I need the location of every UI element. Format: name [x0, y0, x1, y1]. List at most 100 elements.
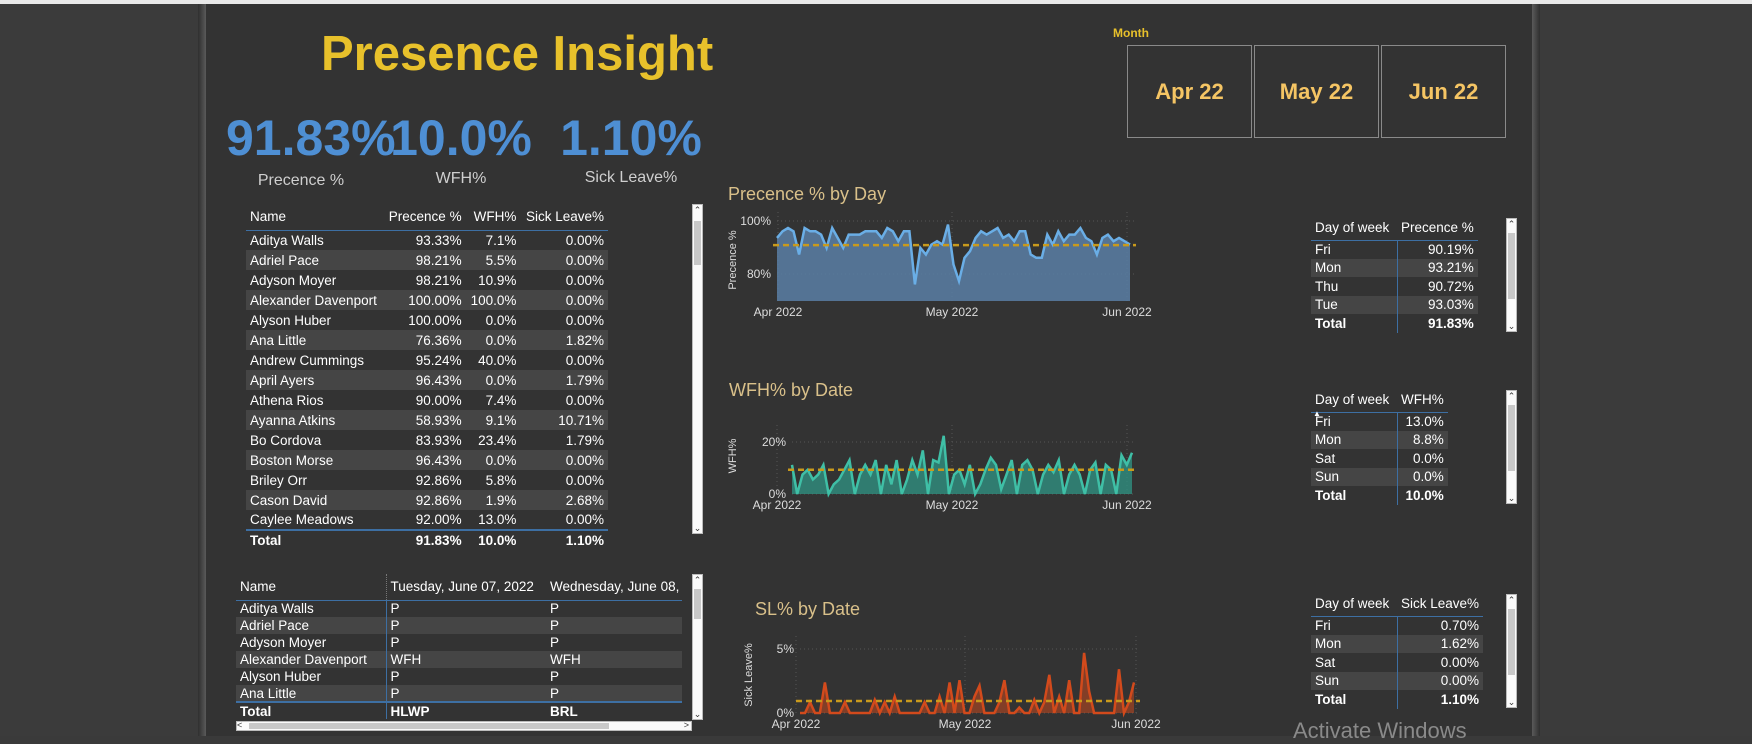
scroll-up-icon[interactable]: ⌃ — [693, 575, 702, 585]
col-header-day[interactable]: Day of week — [1311, 216, 1397, 241]
table-row[interactable]: Adyson Moyer 98.21% 10.9% 0.00% — [246, 270, 608, 290]
scroll-down-icon[interactable]: ⌄ — [693, 523, 702, 533]
cell-value: 93.33% — [415, 232, 462, 248]
table-row[interactable]: Sat 0.00% — [1311, 653, 1483, 672]
scroll-thumb[interactable] — [249, 723, 609, 729]
scroll-down-icon[interactable]: ⌄ — [693, 709, 702, 719]
cell-status: P — [546, 617, 682, 634]
month-button-jun[interactable]: Jun 22 — [1381, 45, 1506, 138]
cell-value: 0.00% — [520, 290, 608, 310]
cell-value: 9.1% — [465, 410, 521, 430]
cell-value: 93.21% — [1397, 258, 1478, 277]
table-row[interactable]: Ayanna Atkins 58.93% 9.1% 10.71% — [246, 410, 608, 430]
wfh-dow-scrollbar[interactable]: ⌃ ⌄ — [1506, 390, 1517, 504]
col-header-wfh[interactable]: WFH% — [466, 204, 521, 230]
col-header-presence[interactable]: Precence % — [383, 204, 465, 230]
table-row[interactable]: Sun 0.0% — [1311, 467, 1448, 486]
area-series[interactable] — [792, 435, 1132, 494]
table-row[interactable]: Alyson Huber 100.00% 0.0% 0.00% — [246, 310, 608, 330]
table-row[interactable]: Adyson Moyer P P — [236, 634, 682, 651]
col-header-value[interactable]: WFH% — [1397, 388, 1448, 413]
cell-value: 90.00% — [415, 392, 462, 408]
scroll-left-icon[interactable]: < — [237, 720, 242, 730]
cell-name: Caylee Meadows — [250, 512, 354, 527]
table-row[interactable]: Thu 90.72% — [1311, 277, 1478, 296]
table-row[interactable]: Mon 93.21% — [1311, 258, 1478, 277]
table-row[interactable]: Andrew Cummings 95.24% 40.0% 0.00% — [246, 350, 608, 370]
table-row[interactable]: Fri 0.70% — [1311, 616, 1483, 635]
total-cell: BRL — [546, 701, 682, 719]
scroll-up-icon[interactable]: ⌃ — [1507, 219, 1516, 229]
scroll-thumb[interactable] — [1508, 405, 1515, 471]
table-row[interactable]: Alyson Huber P P — [236, 668, 682, 685]
scroll-up-icon[interactable]: ⌃ — [1507, 595, 1516, 605]
scroll-down-icon[interactable]: ⌄ — [1507, 697, 1516, 707]
scroll-thumb[interactable] — [694, 589, 701, 619]
col-header-name[interactable]: Name — [246, 204, 383, 230]
total-cell: Total — [246, 529, 384, 550]
scroll-thumb[interactable] — [694, 221, 701, 265]
table-row[interactable]: Briley Orr 92.86% 5.8% 0.00% — [246, 470, 608, 490]
table-row[interactable]: Mon 1.62% — [1311, 634, 1484, 653]
col-header-day[interactable]: Day of week ▲ — [1311, 388, 1397, 418]
presence-by-day-chart: 100% 80% Apr 2022 May 2022 Jun 2022 Precence … — [727, 212, 1152, 319]
cell-value: 0.0% — [1412, 450, 1444, 466]
col-header-name[interactable]: Name — [236, 574, 387, 600]
table-row[interactable]: Athena Rios 90.00% 7.4% 0.00% — [246, 390, 608, 410]
table-row[interactable]: April Ayers 96.43% 0.0% 1.79% — [246, 370, 608, 390]
table-row[interactable]: Adriel Pace 98.21% 5.5% 0.00% — [246, 250, 608, 270]
sl-dow-scrollbar[interactable]: ⌃ ⌄ — [1506, 594, 1517, 708]
table-row[interactable]: Alexander Davenport 100.00% 100.0% 0.00% — [246, 290, 608, 310]
scroll-down-icon[interactable]: ⌄ — [1507, 493, 1516, 503]
table-row[interactable]: Ana Little P P — [236, 685, 682, 702]
table-row[interactable]: Alexander Davenport WFH WFH — [236, 651, 682, 668]
col-header-day[interactable]: Day of week — [1311, 592, 1397, 617]
table-row[interactable]: Aditya Walls 93.33% 7.1% 0.00% — [246, 230, 608, 250]
cell-value: 96.43% — [383, 370, 466, 390]
month-button-apr[interactable]: Apr 22 — [1127, 45, 1252, 138]
y-axis-label: WFH% — [727, 438, 739, 473]
cell-value: 92.00% — [415, 512, 462, 527]
sl-dow-table: Day of week Sick Leave% Fri 0.70% Mon 1.62% S… — [1311, 592, 1484, 709]
col-header-date-2[interactable]: Wednesday, June 08, 2 — [546, 574, 682, 600]
col-header-date-1[interactable]: Tuesday, June 07, 2022 — [386, 574, 546, 600]
employee-table-scrollbar[interactable]: ⌃ ⌄ — [692, 204, 703, 534]
scroll-up-icon[interactable]: ⌃ — [1507, 391, 1516, 401]
table-row[interactable]: Boston Morse 96.43% 0.0% 0.00% — [246, 450, 608, 470]
app-window: Presence Insight 91.83% Precence % 10.0%… — [0, 0, 1752, 743]
col-header-value[interactable]: Precence % — [1397, 216, 1478, 241]
cell-name: Adriel Pace — [236, 617, 387, 634]
scroll-down-icon[interactable]: ⌄ — [1507, 321, 1516, 331]
cell-value: 5.8% — [485, 472, 517, 488]
cell-value: 58.93% — [383, 410, 466, 430]
table-row[interactable]: Ana Little 76.36% 0.0% 1.82% — [246, 330, 608, 350]
cell-day: Mon — [1311, 430, 1398, 449]
kpi-label: Sick Leave% — [584, 169, 678, 186]
table-row[interactable]: Mon 8.8% — [1311, 430, 1448, 449]
table-row[interactable]: Adriel Pace P P — [236, 617, 682, 634]
presence-dow-scrollbar[interactable]: ⌃ ⌄ — [1506, 218, 1517, 332]
table-row[interactable]: Sun 0.00% — [1311, 671, 1484, 690]
scroll-right-icon[interactable]: > — [684, 720, 689, 730]
table-row[interactable]: Fri 13.0% — [1311, 412, 1448, 431]
daily-table-scrollbar-v[interactable]: ⌃ ⌄ — [692, 574, 703, 720]
table-row[interactable]: Aditya Walls P P — [236, 600, 682, 617]
cell-name: Aditya Walls — [250, 232, 324, 248]
table-row[interactable]: Caylee Meadows 92.00% 13.0% 0.00% — [246, 510, 608, 530]
cell-value: 0.00% — [1397, 671, 1484, 690]
cell-value: 10.9% — [478, 272, 517, 288]
table-row[interactable]: Bo Cordova 83.93% 23.4% 1.79% — [246, 430, 608, 450]
scroll-thumb[interactable] — [1508, 233, 1515, 299]
col-header-sick-leave[interactable]: Sick Leave% — [520, 204, 608, 230]
scroll-up-icon[interactable]: ⌃ — [693, 205, 702, 215]
cell-name: Adriel Pace — [246, 250, 384, 270]
table-row[interactable]: Fri 90.19% — [1311, 240, 1478, 259]
month-button-may[interactable]: May 22 — [1254, 45, 1379, 138]
col-header-value[interactable]: Sick Leave% — [1397, 592, 1484, 617]
daily-table-scrollbar-h[interactable]: < > — [236, 720, 692, 731]
table-row[interactable]: Cason David 92.86% 1.9% 2.68% — [246, 490, 608, 510]
table-row[interactable]: Sat 0.0% — [1311, 449, 1448, 468]
table-row[interactable]: Tue 93.03% — [1311, 295, 1478, 314]
cell-name: Ana Little — [236, 685, 387, 702]
scroll-thumb[interactable] — [1508, 609, 1515, 675]
